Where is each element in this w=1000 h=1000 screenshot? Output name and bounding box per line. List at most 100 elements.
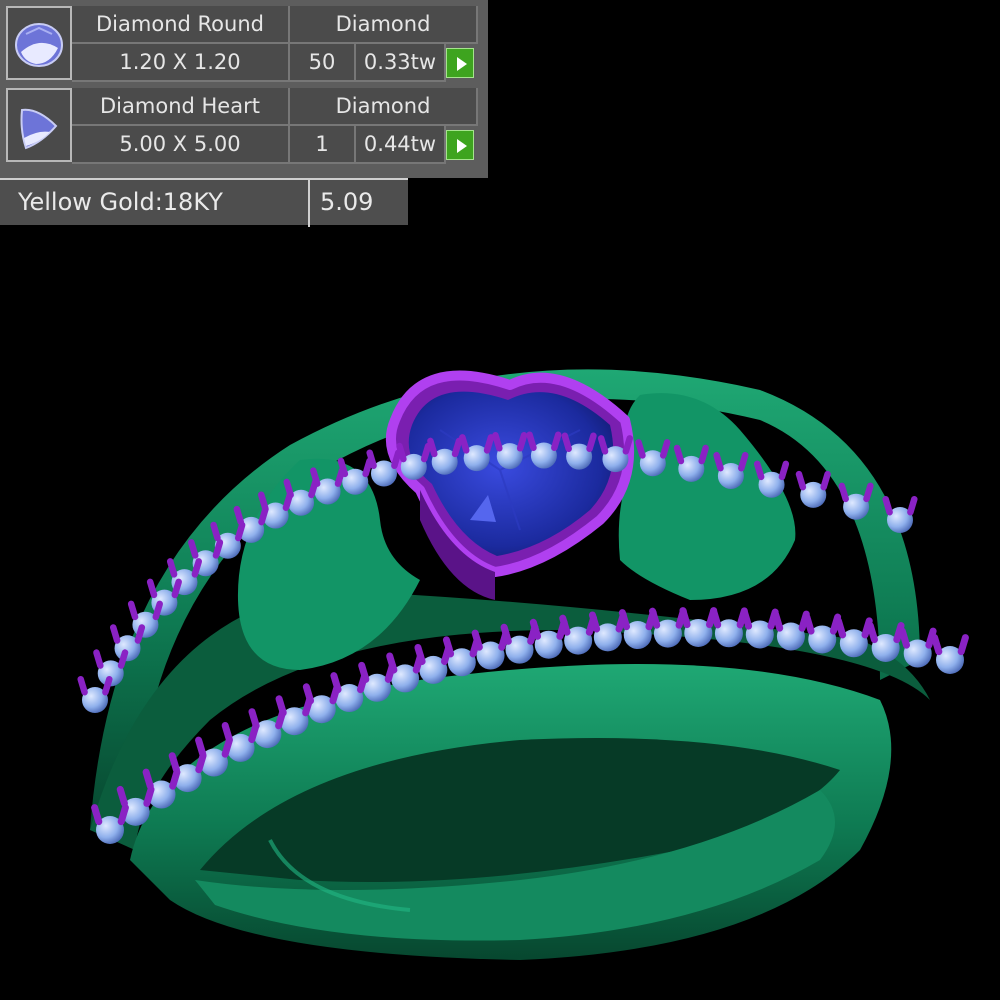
prong — [427, 437, 438, 458]
prong — [740, 608, 753, 630]
prong — [561, 432, 572, 453]
center-heart-diamond — [385, 370, 635, 600]
prong — [931, 634, 943, 656]
prong — [492, 432, 503, 452]
prong — [146, 578, 158, 599]
prong — [248, 708, 260, 730]
prong — [169, 768, 181, 790]
stone-row-round: Diamond Round Diamond 1.20 X 1.20 50 0.3… — [6, 6, 478, 82]
stone-type: Diamond — [290, 6, 478, 44]
prong — [91, 804, 103, 826]
prong — [109, 624, 121, 644]
prong — [391, 449, 402, 469]
prong — [618, 609, 631, 631]
prong — [710, 607, 722, 629]
prong — [586, 432, 597, 453]
divider — [308, 180, 310, 227]
prong — [772, 610, 784, 632]
prong — [698, 444, 709, 465]
prong — [414, 644, 426, 666]
prong — [529, 618, 542, 640]
stone-spec-panel: Diamond Round Diamond 1.20 X 1.20 50 0.3… — [0, 0, 488, 178]
round-stone-detail-button[interactable] — [446, 48, 474, 78]
prong — [191, 558, 203, 578]
prong — [195, 752, 207, 774]
prong — [152, 600, 163, 621]
metal-name: Yellow Gold:18KY — [18, 188, 223, 216]
prong — [258, 505, 269, 526]
stone-name: Diamond Heart — [72, 88, 290, 126]
prong — [117, 649, 129, 669]
prong — [795, 470, 807, 491]
stone-size: 5.00 X 5.00 — [72, 126, 290, 164]
prong — [386, 652, 398, 674]
prong — [803, 613, 815, 635]
prong — [168, 752, 180, 774]
play-arrow-icon — [457, 139, 467, 153]
prong — [234, 521, 246, 542]
prong — [330, 672, 342, 694]
prong — [134, 624, 146, 644]
prong — [337, 457, 349, 478]
round-diamond-icon — [6, 6, 72, 80]
heart-stone-detail-button[interactable] — [446, 130, 474, 160]
prong — [116, 785, 128, 807]
prong — [77, 675, 88, 696]
prong — [471, 629, 483, 651]
stone-name: Diamond Round — [72, 6, 290, 44]
prong — [166, 558, 178, 578]
prong — [233, 505, 245, 526]
prong — [127, 600, 139, 621]
prong — [559, 614, 571, 636]
prong — [283, 478, 294, 499]
prong — [738, 451, 749, 472]
prong — [275, 695, 287, 717]
prong — [210, 521, 221, 542]
prong — [93, 649, 104, 669]
prong — [221, 721, 233, 743]
metal-weight: 5.09 — [320, 188, 374, 216]
prong — [516, 432, 528, 452]
prong — [258, 491, 269, 512]
prong — [957, 634, 969, 656]
prong — [753, 460, 765, 481]
ring-3d-view — [77, 369, 969, 960]
prong — [551, 431, 562, 452]
stone-type: Diamond — [290, 88, 478, 126]
prong — [459, 434, 470, 454]
prong — [451, 437, 463, 458]
prong — [102, 675, 113, 696]
prong — [622, 435, 633, 455]
stone-weight: 0.33tw — [356, 44, 446, 82]
stone-weight: 0.44tw — [356, 126, 446, 164]
prong — [597, 435, 609, 455]
prong — [420, 442, 432, 463]
prong — [649, 607, 661, 629]
prong — [500, 623, 512, 645]
prong — [442, 636, 455, 658]
prong — [188, 539, 199, 559]
prong — [838, 482, 849, 503]
prong — [673, 444, 685, 465]
prong — [679, 607, 691, 629]
prong — [212, 539, 224, 559]
prong — [195, 736, 207, 758]
stone-count: 50 — [290, 44, 356, 82]
prong — [635, 439, 646, 459]
prong — [778, 460, 790, 481]
prong — [659, 439, 671, 459]
prong — [358, 661, 370, 683]
prong — [302, 683, 315, 705]
prong — [171, 578, 182, 599]
prong — [866, 622, 878, 644]
prong — [117, 804, 129, 826]
prong — [362, 457, 373, 478]
prong — [483, 434, 495, 454]
metal-info-bar: Yellow Gold:18KY 5.09 — [0, 178, 408, 227]
prong — [396, 442, 407, 463]
prong — [526, 431, 537, 452]
prong — [907, 495, 918, 516]
prong — [863, 482, 874, 503]
play-arrow-icon — [457, 57, 467, 71]
prong — [713, 451, 724, 472]
